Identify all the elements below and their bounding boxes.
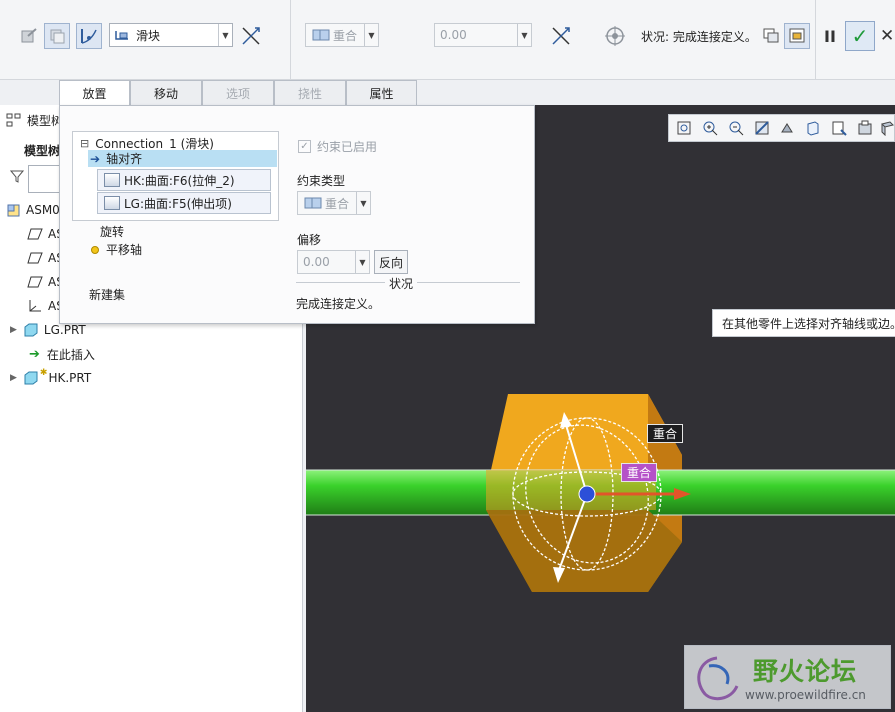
flip-direction-icon[interactable]	[238, 23, 264, 49]
assembly-window-icon[interactable]	[784, 23, 810, 49]
datum-plane-icon	[27, 252, 43, 264]
datum-plane-icon	[27, 228, 43, 240]
offset-input[interactable]: 0.00 ▼	[434, 23, 532, 47]
coincident-icon	[312, 29, 330, 41]
constraint-type-select[interactable]: 重合 ▼	[305, 23, 379, 47]
tab-placement[interactable]: 放置	[59, 80, 130, 106]
tab-flexibility[interactable]: 挠性	[274, 80, 346, 105]
constraint-type-value: 重合	[333, 28, 358, 43]
model-tree-subheader: 模型树	[24, 143, 61, 158]
offset-value: 0.00	[440, 28, 467, 42]
user-defined-icon[interactable]	[16, 23, 42, 49]
chevron-down-icon[interactable]: ▼	[218, 24, 232, 46]
tab-move[interactable]: 移动	[130, 80, 202, 105]
assembly-icon	[7, 204, 20, 217]
surface-reference-icon	[104, 196, 120, 210]
constraint-axis-align[interactable]: ➔ 轴对齐	[88, 150, 277, 167]
rotation-node[interactable]: 旋转	[100, 223, 124, 240]
expand-arrow-icon[interactable]: ▶	[10, 325, 17, 335]
coincident-icon	[304, 197, 322, 209]
filter-icon[interactable]	[6, 165, 28, 187]
chevron-down-icon[interactable]: ▼	[355, 251, 369, 273]
connection-type-select[interactable]: 滑块 ▼	[109, 23, 233, 47]
datum-plane-icon	[27, 276, 43, 288]
pause-button[interactable]: II	[824, 27, 836, 46]
tree-item-part-hk[interactable]: ▶ ✱ HK.PRT	[10, 367, 91, 389]
watermark-logo	[697, 656, 739, 701]
dashboard-toolbar: 滑块 ▼ 重合 ▼ 0.00 ▼ 状况: 完成连接定义。 II ✓ ✕	[0, 0, 895, 80]
chevron-down-icon[interactable]: ▼	[356, 192, 370, 214]
collapse-icon[interactable]: ⊟	[80, 137, 89, 150]
panel-status-text: 完成连接定义。	[296, 297, 381, 311]
status-text: 完成连接定义。	[672, 30, 757, 44]
cancel-button[interactable]: ✕	[880, 26, 894, 46]
watermark-url: www.proewildfire.cn	[745, 688, 866, 702]
tree-item-insert-here[interactable]: ➔ 在此插入	[29, 343, 95, 365]
watermark: 野火论坛 www.proewildfire.cn	[684, 645, 891, 709]
status-dot-icon	[91, 245, 99, 254]
expand-arrow-icon[interactable]: ▶	[10, 373, 17, 383]
insert-arrow-icon: ➔	[29, 346, 40, 362]
constraint-enabled-checkbox[interactable]: ✓ 约束已启用	[298, 138, 377, 155]
panel-offset-input[interactable]: 0.00 ▼	[297, 250, 370, 274]
chevron-down-icon[interactable]: ▼	[364, 24, 378, 46]
model-tree-icon	[6, 113, 21, 127]
dragger-origin[interactable]	[578, 485, 596, 503]
translation-axis-node[interactable]: 平移轴	[91, 241, 142, 258]
constraint-tag-coincident[interactable]: 重合	[647, 424, 684, 443]
constraint-tag-coincident-active[interactable]: 重合	[621, 463, 658, 482]
ok-button[interactable]: ✓	[845, 21, 875, 51]
model-tree-header: 模型树	[0, 109, 63, 131]
tab-properties[interactable]: 属性	[346, 80, 417, 105]
mechanism-connection-icon[interactable]	[76, 23, 102, 49]
status-label: 状况:	[641, 30, 670, 44]
flip-constraint-icon[interactable]	[548, 23, 574, 49]
placement-constraints-icon[interactable]	[44, 23, 70, 49]
slider-connection-icon	[115, 31, 128, 40]
constraint-type-label: 约束类型	[297, 174, 346, 188]
reference-collector-2[interactable]: LG:曲面:F5(伸出项)	[97, 192, 271, 214]
part-icon	[24, 323, 38, 337]
part-icon	[24, 371, 38, 385]
offset-label: 偏移	[297, 233, 322, 247]
tree-search-input[interactable]	[28, 165, 62, 193]
placement-panel: ⊟ Connection_1 (滑块) ➔ 轴对齐 HK:曲面:F6(拉伸_2)…	[59, 105, 535, 324]
surface-reference-icon	[104, 173, 120, 187]
new-set-link[interactable]: 新建集	[89, 286, 125, 303]
coordinate-system-icon	[29, 300, 41, 312]
panel-constraint-type-select[interactable]: 重合 ▼	[297, 191, 371, 215]
status-area: 状况: 完成连接定义。	[641, 28, 757, 45]
chevron-down-icon[interactable]: ▼	[517, 24, 531, 46]
connection-type-value: 滑块	[136, 28, 161, 43]
reference-collector-1[interactable]: HK:曲面:F6(拉伸_2)	[97, 169, 271, 191]
checkmark-icon: ✓	[298, 140, 311, 153]
arrow-right-icon: ➔	[90, 151, 101, 166]
separate-window-icon[interactable]	[758, 23, 784, 49]
status-group-title: 状况	[385, 275, 418, 292]
move-component-icon[interactable]	[602, 23, 628, 49]
tab-options[interactable]: 选项	[202, 80, 274, 105]
flip-button[interactable]: 反向	[374, 250, 409, 274]
package-star-icon: ✱	[39, 368, 48, 378]
slider-block-lower	[486, 510, 682, 592]
tree-item-assembly[interactable]: ASM0	[6, 199, 60, 221]
watermark-title: 野火论坛	[753, 657, 858, 686]
